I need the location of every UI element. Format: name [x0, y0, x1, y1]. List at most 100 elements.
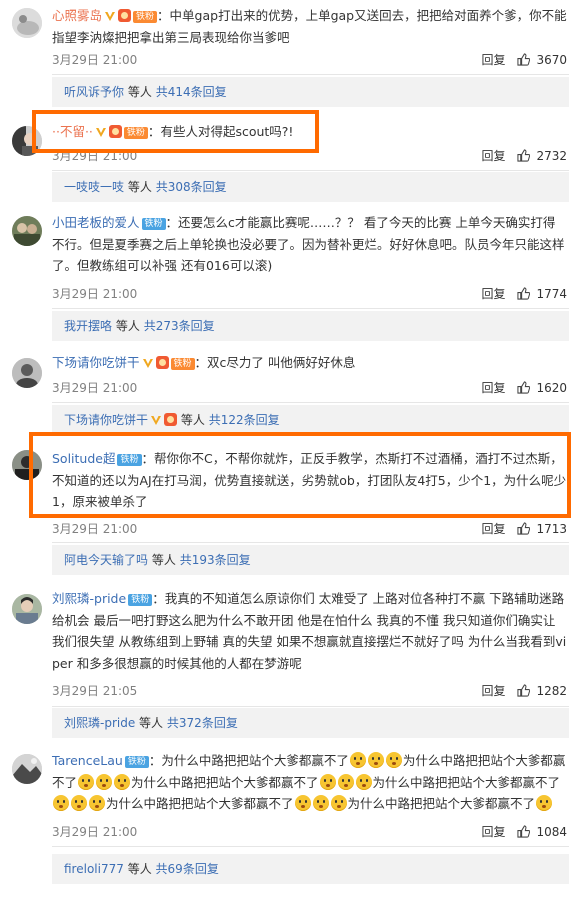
sub-reply-total[interactable]: 共372条回复	[167, 716, 238, 730]
comment-item: 小田老板的爱人 铁粉 ：还要怎么c才能赢比赛呢……？？ 看了今天的比赛 上单今天确实…	[0, 206, 575, 346]
like-count: 1774	[536, 287, 567, 301]
avatar[interactable]	[12, 594, 42, 624]
reply-button[interactable]: 回复	[481, 684, 505, 698]
fan-badge: 铁粉	[170, 358, 195, 370]
emoji-icon	[114, 773, 131, 790]
comment-actions: 回复 2732	[481, 147, 567, 164]
emoji-icon	[349, 752, 366, 768]
fan-badge: 铁粉	[124, 756, 149, 768]
like-icon[interactable]	[517, 381, 531, 394]
sub-reply-user[interactable]: 听风诉予你	[64, 85, 124, 99]
sub-reply-summary[interactable]: 阿电今天输了吗 等人 共193条回复	[52, 545, 569, 575]
username[interactable]: 小田老板的爱人	[52, 215, 140, 230]
sub-reply-suffix: 等人	[151, 553, 176, 567]
sub-reply-user[interactable]: 一吱吱一吱	[64, 180, 124, 194]
avatar[interactable]	[12, 8, 42, 38]
like-count: 1713	[536, 522, 567, 536]
verified-v-icon	[151, 416, 162, 425]
sub-reply-user[interactable]: 下场请你吃饼干	[64, 413, 148, 427]
sub-reply-total[interactable]: 共69条回复	[156, 862, 219, 876]
reply-button[interactable]: 回复	[481, 149, 505, 163]
divider	[52, 170, 569, 171]
comment-actions: 回复 1713	[481, 520, 567, 537]
avatar[interactable]	[12, 216, 42, 246]
reply-button[interactable]: 回复	[481, 825, 505, 839]
comment-time: 3月29日 21:00	[52, 381, 138, 395]
sub-reply-user[interactable]: 刘熙璘-pride	[64, 716, 135, 730]
username[interactable]: 下场请你吃饼干	[52, 355, 140, 370]
divider	[52, 846, 569, 847]
sub-reply-suffix: 等人	[127, 180, 152, 194]
comment-item: 刘熙璘-pride 铁粉 ：我真的不知道怎么原谅你们 太难受了 上路对位各种打不赢 …	[0, 574, 575, 738]
verified-v-icon	[142, 359, 153, 368]
like-icon[interactable]	[517, 53, 531, 66]
sub-reply-suffix: 等人	[139, 716, 164, 730]
sub-reply-suffix: 等人	[115, 319, 140, 333]
sub-reply-total[interactable]: 共122条回复	[209, 413, 280, 427]
sub-reply-summary[interactable]: 下场请你吃饼干 等人 共122条回复	[52, 405, 569, 435]
like-icon[interactable]	[517, 825, 531, 838]
username[interactable]: TarenceLau	[52, 753, 123, 768]
sub-reply-total[interactable]: 共414条回复	[156, 85, 227, 99]
comment-actions: 回复 1774	[481, 285, 567, 302]
comment-time: 3月29日 21:00	[52, 287, 138, 301]
sub-reply-total[interactable]: 共193条回复	[180, 553, 251, 567]
emoji-icon	[337, 773, 354, 790]
emoji-icon	[96, 773, 113, 790]
fan-level-icon	[118, 9, 132, 22]
highlight-box	[32, 110, 319, 153]
sub-reply-total[interactable]: 共308条回复	[156, 180, 227, 194]
avatar[interactable]	[12, 754, 42, 784]
comment-time: 3月29日 21:00	[52, 825, 138, 839]
reply-button[interactable]: 回复	[481, 522, 505, 536]
like-icon[interactable]	[517, 684, 531, 697]
comment-time: 3月29日 21:00	[52, 53, 138, 67]
comment-time: 3月29日 21:00	[52, 522, 138, 536]
username[interactable]: 刘熙璘-pride	[52, 591, 126, 606]
emoji-icon	[319, 773, 336, 790]
like-count: 1084	[536, 825, 567, 839]
reply-button[interactable]: 回复	[481, 53, 505, 67]
emoji-icon	[78, 773, 95, 790]
emoji-icon	[385, 752, 402, 768]
like-icon[interactable]	[517, 522, 531, 535]
reply-button[interactable]: 回复	[481, 381, 505, 395]
highlight-box	[29, 432, 571, 518]
sub-reply-summary[interactable]: fireloli777 等人 共69条回复	[52, 854, 569, 884]
sub-reply-summary[interactable]: 我开摆咯 等人 共273条回复	[52, 311, 569, 341]
comment-actions: 回复 1620	[481, 379, 567, 396]
comment-time: 3月29日 21:05	[52, 684, 138, 698]
comment-actions: 回复 1084	[481, 823, 567, 840]
emoji-icon	[53, 795, 69, 811]
username[interactable]: 心照雾岛	[52, 8, 102, 23]
divider	[52, 74, 569, 75]
like-icon[interactable]	[517, 149, 531, 162]
comment-text-line: 为什么中路把把站个大爹都赢不了	[161, 753, 349, 768]
sub-reply-suffix: 等人	[180, 413, 205, 427]
comment-item: TarenceLau 铁粉 ：为什么中路把把站个大爹都赢不了 为什么中路把把站个大爹都…	[0, 738, 575, 897]
emoji-icon	[536, 795, 553, 811]
sub-reply-user[interactable]: 我开摆咯	[64, 319, 112, 333]
like-count: 3670	[536, 53, 567, 67]
fan-badge: 铁粉	[128, 594, 153, 606]
fan-level-icon	[164, 413, 178, 426]
sub-reply-total[interactable]: 共273条回复	[144, 319, 215, 333]
reply-button[interactable]: 回复	[481, 287, 505, 301]
like-icon[interactable]	[517, 287, 531, 300]
sub-reply-user[interactable]: fireloli777	[64, 862, 124, 876]
comment-text: 双c尽力了 叫他俩好好休息	[207, 355, 356, 370]
sub-reply-summary[interactable]: 一吱吱一吱 等人 共308条回复	[52, 172, 569, 202]
comment-text-line: 为什么中路把把站个大爹都赢不了	[372, 774, 561, 790]
sub-reply-summary[interactable]: 刘熙璘-pride 等人 共372条回复	[52, 708, 569, 738]
verified-v-icon	[105, 12, 116, 21]
comment-text-line: 为什么中路把把站个大爹都赢不了	[131, 774, 319, 790]
divider	[52, 308, 569, 309]
comment-actions: 回复 1282	[481, 682, 567, 699]
avatar[interactable]	[12, 358, 42, 388]
fan-level-icon	[155, 356, 169, 369]
sub-reply-suffix: 等人	[127, 862, 152, 876]
sub-reply-summary[interactable]: 听风诉予你 等人 共414条回复	[52, 77, 569, 107]
emoji-icon	[71, 795, 87, 811]
emoji-icon	[355, 773, 372, 790]
sub-reply-user[interactable]: 阿电今天输了吗	[64, 553, 148, 567]
